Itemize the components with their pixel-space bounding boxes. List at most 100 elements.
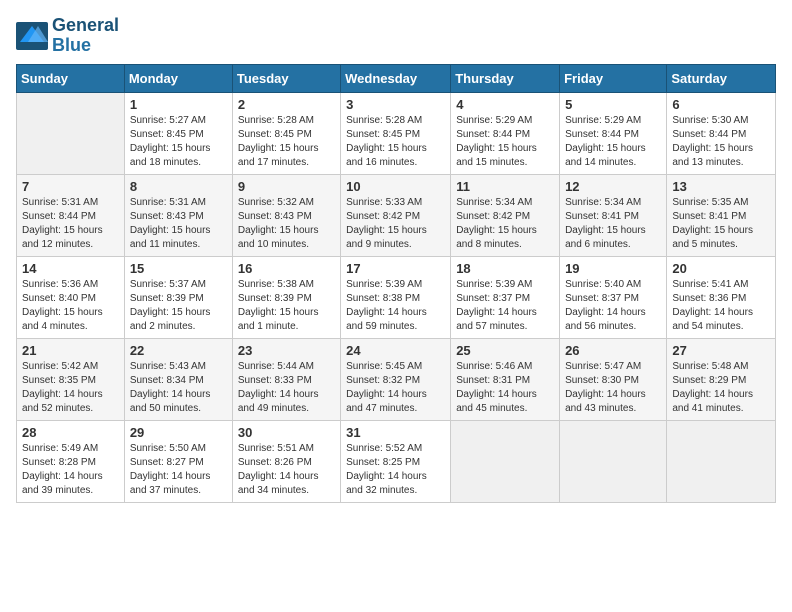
day-info: Sunrise: 5:30 AM Sunset: 8:44 PM Dayligh… bbox=[672, 114, 770, 170]
day-cell: 11Sunrise: 5:34 AM Sunset: 8:42 PM Dayli… bbox=[451, 174, 560, 256]
day-number: 4 bbox=[456, 97, 554, 112]
day-info: Sunrise: 5:29 AM Sunset: 8:44 PM Dayligh… bbox=[565, 114, 661, 170]
day-number: 29 bbox=[130, 425, 227, 440]
day-info: Sunrise: 5:43 AM Sunset: 8:34 PM Dayligh… bbox=[130, 360, 227, 416]
day-info: Sunrise: 5:31 AM Sunset: 8:43 PM Dayligh… bbox=[130, 196, 227, 252]
day-info: Sunrise: 5:28 AM Sunset: 8:45 PM Dayligh… bbox=[238, 114, 335, 170]
day-cell: 7Sunrise: 5:31 AM Sunset: 8:44 PM Daylig… bbox=[17, 174, 125, 256]
day-number: 27 bbox=[672, 343, 770, 358]
page-header: General Blue bbox=[16, 16, 776, 56]
day-info: Sunrise: 5:52 AM Sunset: 8:25 PM Dayligh… bbox=[346, 442, 445, 498]
day-number: 17 bbox=[346, 261, 445, 276]
day-cell bbox=[667, 420, 776, 502]
day-cell: 9Sunrise: 5:32 AM Sunset: 8:43 PM Daylig… bbox=[232, 174, 340, 256]
day-info: Sunrise: 5:45 AM Sunset: 8:32 PM Dayligh… bbox=[346, 360, 445, 416]
day-cell: 30 Sunrise: 5:51 AM Sunset: 8:26 PM Dayli… bbox=[232, 420, 340, 502]
day-cell: 14 Sunrise: 5:36 AM Sunset: 8:40 PM Dayli… bbox=[17, 256, 125, 338]
day-info: Sunrise: 5:42 AM Sunset: 8:35 PM Dayligh… bbox=[22, 360, 119, 416]
day-info: Sunrise: 5:50 AM Sunset: 8:27 PM Dayligh… bbox=[130, 442, 227, 498]
day-cell: 10 Sunrise: 5:33 AM Sunset: 8:42 PM Dayli… bbox=[341, 174, 451, 256]
col-header-tuesday: Tuesday bbox=[232, 64, 340, 92]
week-row-5: 28 Sunrise: 5:49 AM Sunset: 8:28 PM Dayli… bbox=[17, 420, 776, 502]
day-cell: 15 Sunrise: 5:37 AM Sunset: 8:39 PM Dayli… bbox=[124, 256, 232, 338]
day-info: Sunrise: 5:36 AM Sunset: 8:40 PM Dayligh… bbox=[22, 278, 119, 334]
day-number: 22 bbox=[130, 343, 227, 358]
day-info: Sunrise: 5:27 AM Sunset: 8:45 PM Dayligh… bbox=[130, 114, 227, 170]
day-cell: 1 Sunrise: 5:27 AM Sunset: 8:45 PM Daylig… bbox=[124, 92, 232, 174]
day-info: Sunrise: 5:32 AM Sunset: 8:43 PM Dayligh… bbox=[238, 196, 335, 252]
day-number: 30 bbox=[238, 425, 335, 440]
day-info: Sunrise: 5:35 AM Sunset: 8:41 PM Dayligh… bbox=[672, 196, 770, 252]
day-number: 20 bbox=[672, 261, 770, 276]
day-cell: 25 Sunrise: 5:46 AM Sunset: 8:31 PM Dayli… bbox=[451, 338, 560, 420]
day-number: 11 bbox=[456, 179, 554, 194]
day-number: 19 bbox=[565, 261, 661, 276]
day-info: Sunrise: 5:44 AM Sunset: 8:33 PM Dayligh… bbox=[238, 360, 335, 416]
day-cell: 18Sunrise: 5:39 AM Sunset: 8:37 PM Dayli… bbox=[451, 256, 560, 338]
day-number: 21 bbox=[22, 343, 119, 358]
day-number: 12 bbox=[565, 179, 661, 194]
day-number: 26 bbox=[565, 343, 661, 358]
day-number: 31 bbox=[346, 425, 445, 440]
col-header-monday: Monday bbox=[124, 64, 232, 92]
day-number: 25 bbox=[456, 343, 554, 358]
day-info: Sunrise: 5:47 AM Sunset: 8:30 PM Dayligh… bbox=[565, 360, 661, 416]
day-cell: 6Sunrise: 5:30 AM Sunset: 8:44 PM Daylig… bbox=[667, 92, 776, 174]
day-number: 13 bbox=[672, 179, 770, 194]
day-info: Sunrise: 5:39 AM Sunset: 8:38 PM Dayligh… bbox=[346, 278, 445, 334]
day-number: 16 bbox=[238, 261, 335, 276]
day-info: Sunrise: 5:33 AM Sunset: 8:42 PM Dayligh… bbox=[346, 196, 445, 252]
col-header-thursday: Thursday bbox=[451, 64, 560, 92]
day-cell: 23 Sunrise: 5:44 AM Sunset: 8:33 PM Dayli… bbox=[232, 338, 340, 420]
day-cell: 2Sunrise: 5:28 AM Sunset: 8:45 PM Daylig… bbox=[232, 92, 340, 174]
day-number: 8 bbox=[130, 179, 227, 194]
day-info: Sunrise: 5:46 AM Sunset: 8:31 PM Dayligh… bbox=[456, 360, 554, 416]
day-info: Sunrise: 5:40 AM Sunset: 8:37 PM Dayligh… bbox=[565, 278, 661, 334]
week-row-4: 21 Sunrise: 5:42 AM Sunset: 8:35 PM Dayli… bbox=[17, 338, 776, 420]
day-number: 28 bbox=[22, 425, 119, 440]
day-cell: 8 Sunrise: 5:31 AM Sunset: 8:43 PM Daylig… bbox=[124, 174, 232, 256]
day-info: Sunrise: 5:28 AM Sunset: 8:45 PM Dayligh… bbox=[346, 114, 445, 170]
day-cell: 20 Sunrise: 5:41 AM Sunset: 8:36 PM Dayli… bbox=[667, 256, 776, 338]
week-row-1: 1 Sunrise: 5:27 AM Sunset: 8:45 PM Daylig… bbox=[17, 92, 776, 174]
day-number: 15 bbox=[130, 261, 227, 276]
col-header-sunday: Sunday bbox=[17, 64, 125, 92]
day-cell: 13 Sunrise: 5:35 AM Sunset: 8:41 PM Dayli… bbox=[667, 174, 776, 256]
col-header-friday: Friday bbox=[560, 64, 667, 92]
day-cell: 12 Sunrise: 5:34 AM Sunset: 8:41 PM Dayli… bbox=[560, 174, 667, 256]
day-number: 23 bbox=[238, 343, 335, 358]
day-cell: 19 Sunrise: 5:40 AM Sunset: 8:37 PM Dayli… bbox=[560, 256, 667, 338]
day-number: 24 bbox=[346, 343, 445, 358]
day-number: 18 bbox=[456, 261, 554, 276]
day-cell: 29 Sunrise: 5:50 AM Sunset: 8:27 PM Dayli… bbox=[124, 420, 232, 502]
day-info: Sunrise: 5:37 AM Sunset: 8:39 PM Dayligh… bbox=[130, 278, 227, 334]
logo: General Blue bbox=[16, 16, 119, 56]
col-header-wednesday: Wednesday bbox=[341, 64, 451, 92]
day-info: Sunrise: 5:51 AM Sunset: 8:26 PM Dayligh… bbox=[238, 442, 335, 498]
day-cell: 26 Sunrise: 5:47 AM Sunset: 8:30 PM Dayli… bbox=[560, 338, 667, 420]
day-cell: 3 Sunrise: 5:28 AM Sunset: 8:45 PM Daylig… bbox=[341, 92, 451, 174]
day-cell: 21 Sunrise: 5:42 AM Sunset: 8:35 PM Dayli… bbox=[17, 338, 125, 420]
day-info: Sunrise: 5:34 AM Sunset: 8:41 PM Dayligh… bbox=[565, 196, 661, 252]
day-cell: 27Sunrise: 5:48 AM Sunset: 8:29 PM Dayli… bbox=[667, 338, 776, 420]
day-cell bbox=[451, 420, 560, 502]
day-cell: 5Sunrise: 5:29 AM Sunset: 8:44 PM Daylig… bbox=[560, 92, 667, 174]
day-cell: 28 Sunrise: 5:49 AM Sunset: 8:28 PM Dayli… bbox=[17, 420, 125, 502]
day-cell: 17 Sunrise: 5:39 AM Sunset: 8:38 PM Dayli… bbox=[341, 256, 451, 338]
day-cell: 4 Sunrise: 5:29 AM Sunset: 8:44 PM Daylig… bbox=[451, 92, 560, 174]
day-number: 10 bbox=[346, 179, 445, 194]
day-cell: 24 Sunrise: 5:45 AM Sunset: 8:32 PM Dayli… bbox=[341, 338, 451, 420]
day-info: Sunrise: 5:41 AM Sunset: 8:36 PM Dayligh… bbox=[672, 278, 770, 334]
day-number: 3 bbox=[346, 97, 445, 112]
day-number: 14 bbox=[22, 261, 119, 276]
logo-icon bbox=[16, 22, 48, 50]
day-cell: 31 Sunrise: 5:52 AM Sunset: 8:25 PM Dayli… bbox=[341, 420, 451, 502]
calendar-table: SundayMondayTuesdayWednesdayThursdayFrid… bbox=[16, 64, 776, 503]
day-cell: 22 Sunrise: 5:43 AM Sunset: 8:34 PM Dayli… bbox=[124, 338, 232, 420]
day-number: 1 bbox=[130, 97, 227, 112]
day-info: Sunrise: 5:49 AM Sunset: 8:28 PM Dayligh… bbox=[22, 442, 119, 498]
day-info: Sunrise: 5:29 AM Sunset: 8:44 PM Dayligh… bbox=[456, 114, 554, 170]
week-row-3: 14 Sunrise: 5:36 AM Sunset: 8:40 PM Dayli… bbox=[17, 256, 776, 338]
day-info: Sunrise: 5:38 AM Sunset: 8:39 PM Dayligh… bbox=[238, 278, 335, 334]
day-number: 7 bbox=[22, 179, 119, 194]
